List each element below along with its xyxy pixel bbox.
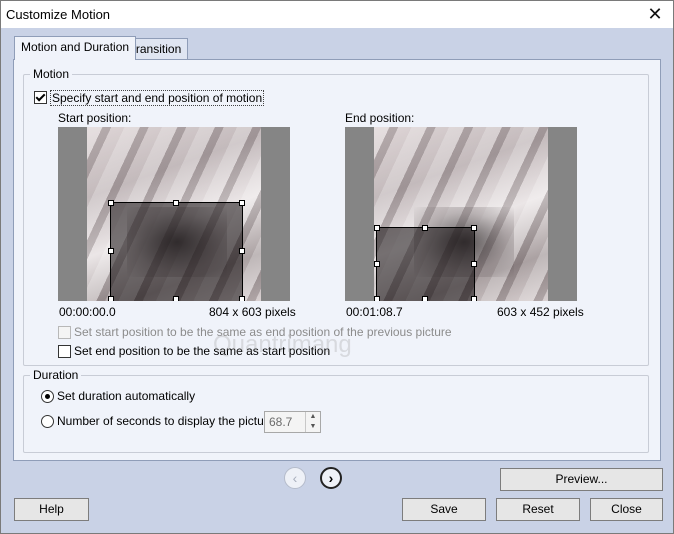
- end-crop-frame[interactable]: [376, 227, 475, 301]
- reset-button[interactable]: Reset: [496, 498, 580, 521]
- watermark: Quantrimang: [213, 331, 352, 358]
- crop-handle[interactable]: [471, 225, 477, 231]
- start-time-readout: 00:00:00.0: [59, 305, 116, 319]
- crop-handle[interactable]: [374, 225, 380, 231]
- specify-motion-checkbox[interactable]: [34, 91, 47, 104]
- spin-up-icon[interactable]: ▲: [306, 412, 320, 422]
- tab-motion-and-duration[interactable]: Motion and Duration: [14, 36, 137, 60]
- end-position-preview[interactable]: [345, 127, 577, 301]
- crop-handle[interactable]: [374, 261, 380, 267]
- duration-auto-radio[interactable]: [41, 390, 54, 403]
- start-size-readout: 804 x 603 pixels: [209, 305, 296, 319]
- crop-handle[interactable]: [471, 261, 477, 267]
- end-size-readout: 603 x 452 pixels: [497, 305, 584, 319]
- duration-auto-label[interactable]: Set duration automatically: [57, 389, 195, 403]
- crop-handle[interactable]: [108, 200, 114, 206]
- end-position-label: End position:: [345, 111, 415, 125]
- duration-group-title: Duration: [30, 368, 82, 382]
- save-button[interactable]: Save: [402, 498, 486, 521]
- close-icon[interactable]: ✕: [643, 3, 667, 25]
- customize-motion-dialog: Customize Motion ✕ Motion and Duration T…: [0, 0, 674, 534]
- duration-seconds-radio[interactable]: [41, 415, 54, 428]
- end-time-readout: 00:01:08.7: [346, 305, 403, 319]
- crop-handle[interactable]: [173, 296, 179, 301]
- seconds-value: 68.7: [269, 415, 293, 429]
- tab-panel: Motion Specify start and end position of…: [13, 59, 661, 461]
- preview-button[interactable]: Preview...: [500, 468, 663, 491]
- motion-group-title: Motion: [30, 67, 73, 81]
- duration-seconds-label[interactable]: Number of seconds to display the picture: [57, 414, 274, 428]
- start-crop-frame[interactable]: [110, 202, 243, 301]
- title-bar: Customize Motion ✕: [1, 1, 673, 28]
- seconds-stepper[interactable]: 68.7 ▲ ▼: [264, 411, 321, 433]
- crop-handle[interactable]: [471, 296, 477, 301]
- crop-handle[interactable]: [239, 200, 245, 206]
- crop-handle[interactable]: [239, 296, 245, 301]
- crop-handle[interactable]: [108, 248, 114, 254]
- window-title: Customize Motion: [6, 7, 111, 22]
- help-button[interactable]: Help: [14, 498, 89, 521]
- crop-handle[interactable]: [173, 200, 179, 206]
- crop-handle[interactable]: [422, 296, 428, 301]
- start-position-preview[interactable]: [58, 127, 290, 301]
- same-start-checkbox[interactable]: [58, 326, 71, 339]
- next-picture-button[interactable]: ›: [320, 467, 342, 489]
- same-end-checkbox[interactable]: [58, 345, 71, 358]
- previous-picture-button[interactable]: ‹: [284, 467, 306, 489]
- motion-group: Motion Specify start and end position of…: [23, 67, 649, 366]
- duration-group: Duration Set duration automatically Numb…: [23, 368, 649, 453]
- crop-handle[interactable]: [374, 296, 380, 301]
- crop-handle[interactable]: [108, 296, 114, 301]
- dialog-client-area: Motion and Duration Transition Motion Sp…: [1, 28, 673, 533]
- start-position-label: Start position:: [58, 111, 132, 125]
- crop-handle[interactable]: [239, 248, 245, 254]
- spin-down-icon[interactable]: ▼: [306, 422, 320, 432]
- specify-motion-label[interactable]: Specify start and end position of motion: [50, 90, 265, 106]
- stepper-buttons: ▲ ▼: [305, 412, 320, 432]
- crop-handle[interactable]: [422, 225, 428, 231]
- close-button[interactable]: Close: [590, 498, 663, 521]
